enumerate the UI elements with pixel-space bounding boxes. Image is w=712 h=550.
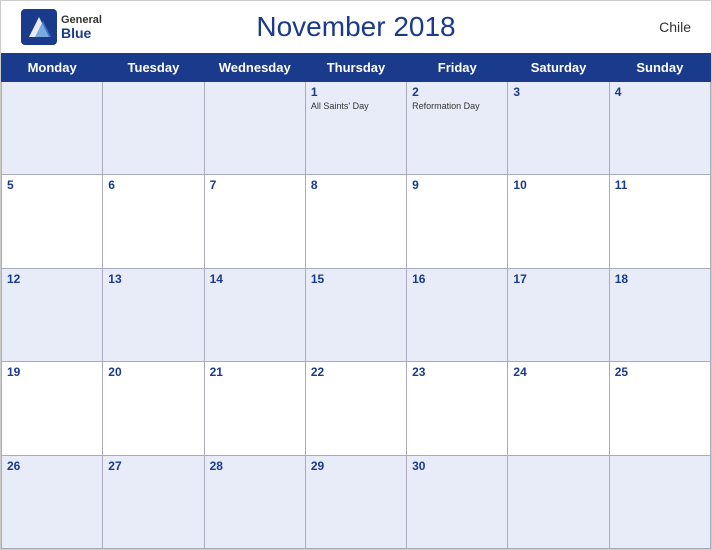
day-number: 25: [615, 365, 705, 379]
calendar-day-cell: 26: [2, 455, 103, 548]
calendar-week-row: 19 20 21 22 23 24 25: [2, 362, 711, 455]
day-number: 22: [311, 365, 401, 379]
logo-icon: [21, 9, 57, 45]
day-number: 27: [108, 459, 198, 473]
calendar-day-cell: 14: [204, 268, 305, 361]
logo-blue-text: Blue: [61, 26, 102, 40]
header-sunday: Sunday: [609, 54, 710, 82]
day-number: 18: [615, 272, 705, 286]
calendar-week-row: 1 All Saints' Day 2 Reformation Day 34: [2, 82, 711, 175]
day-number: 12: [7, 272, 97, 286]
calendar-week-row: 56789 10 11: [2, 175, 711, 268]
day-number: 11: [615, 178, 705, 192]
day-number: 23: [412, 365, 502, 379]
calendar-title: November 2018: [256, 11, 455, 43]
header-thursday: Thursday: [305, 54, 406, 82]
calendar-day-cell: 10: [508, 175, 609, 268]
day-number: 21: [210, 365, 300, 379]
calendar-header: General Blue November 2018 Chile: [1, 1, 711, 53]
calendar-week-row: 12 13 14 15 16 17 18: [2, 268, 711, 361]
day-number: 1: [311, 85, 401, 99]
calendar-day-cell: 16: [407, 268, 508, 361]
day-number: 24: [513, 365, 603, 379]
header-friday: Friday: [407, 54, 508, 82]
calendar-day-cell: 20: [103, 362, 204, 455]
weekday-header-row: Monday Tuesday Wednesday Thursday Friday…: [2, 54, 711, 82]
calendar-day-cell: 22: [305, 362, 406, 455]
calendar-day-cell: 11: [609, 175, 710, 268]
calendar-day-cell: 29: [305, 455, 406, 548]
day-number: 7: [210, 178, 300, 192]
day-number: 26: [7, 459, 97, 473]
day-number: 16: [412, 272, 502, 286]
logo: General Blue: [21, 9, 102, 45]
calendar-day-cell: 18: [609, 268, 710, 361]
holiday-name: Reformation Day: [412, 101, 502, 112]
day-number: 13: [108, 272, 198, 286]
calendar-body: 1All Saints' Day2Reformation Day34567891…: [2, 82, 711, 549]
calendar-day-cell: [609, 455, 710, 548]
calendar-day-cell: 13: [103, 268, 204, 361]
calendar-day-cell: 3: [508, 82, 609, 175]
calendar-day-cell: 15: [305, 268, 406, 361]
calendar-day-cell: 19: [2, 362, 103, 455]
day-number: 17: [513, 272, 603, 286]
holiday-name: All Saints' Day: [311, 101, 401, 112]
calendar-container: General Blue November 2018 Chile Monday …: [0, 0, 712, 550]
day-number: 30: [412, 459, 502, 473]
calendar-table: Monday Tuesday Wednesday Thursday Friday…: [1, 53, 711, 549]
calendar-day-cell: 24: [508, 362, 609, 455]
calendar-day-cell: 5: [2, 175, 103, 268]
calendar-day-cell: [103, 82, 204, 175]
header-tuesday: Tuesday: [103, 54, 204, 82]
day-number: 3: [513, 85, 603, 99]
calendar-day-cell: [508, 455, 609, 548]
calendar-day-cell: [2, 82, 103, 175]
calendar-day-cell: 30: [407, 455, 508, 548]
logo-general-text: General: [61, 15, 102, 26]
day-number: 5: [7, 178, 97, 192]
day-number: 14: [210, 272, 300, 286]
day-number: 2: [412, 85, 502, 99]
calendar-day-cell: 4: [609, 82, 710, 175]
calendar-day-cell: 25: [609, 362, 710, 455]
logo-text: General Blue: [61, 15, 102, 40]
day-number: 15: [311, 272, 401, 286]
calendar-day-cell: 21: [204, 362, 305, 455]
calendar-day-cell: 8: [305, 175, 406, 268]
calendar-day-cell: 7: [204, 175, 305, 268]
day-number: 20: [108, 365, 198, 379]
calendar-day-cell: 28: [204, 455, 305, 548]
calendar-day-cell: 9: [407, 175, 508, 268]
calendar-day-cell: 1 All Saints' Day: [305, 82, 406, 175]
day-number: 6: [108, 178, 198, 192]
country-label: Chile: [659, 19, 691, 35]
day-number: 4: [615, 85, 705, 99]
calendar-day-cell: 6: [103, 175, 204, 268]
header-monday: Monday: [2, 54, 103, 82]
calendar-week-row: 26 27 28 29 30: [2, 455, 711, 548]
calendar-day-cell: 27: [103, 455, 204, 548]
day-number: 28: [210, 459, 300, 473]
header-wednesday: Wednesday: [204, 54, 305, 82]
day-number: 10: [513, 178, 603, 192]
calendar-day-cell: [204, 82, 305, 175]
day-number: 29: [311, 459, 401, 473]
header-saturday: Saturday: [508, 54, 609, 82]
calendar-day-cell: 17: [508, 268, 609, 361]
calendar-day-cell: 23: [407, 362, 508, 455]
calendar-day-cell: 12: [2, 268, 103, 361]
day-number: 8: [311, 178, 401, 192]
day-number: 9: [412, 178, 502, 192]
day-number: 19: [7, 365, 97, 379]
calendar-day-cell: 2 Reformation Day: [407, 82, 508, 175]
